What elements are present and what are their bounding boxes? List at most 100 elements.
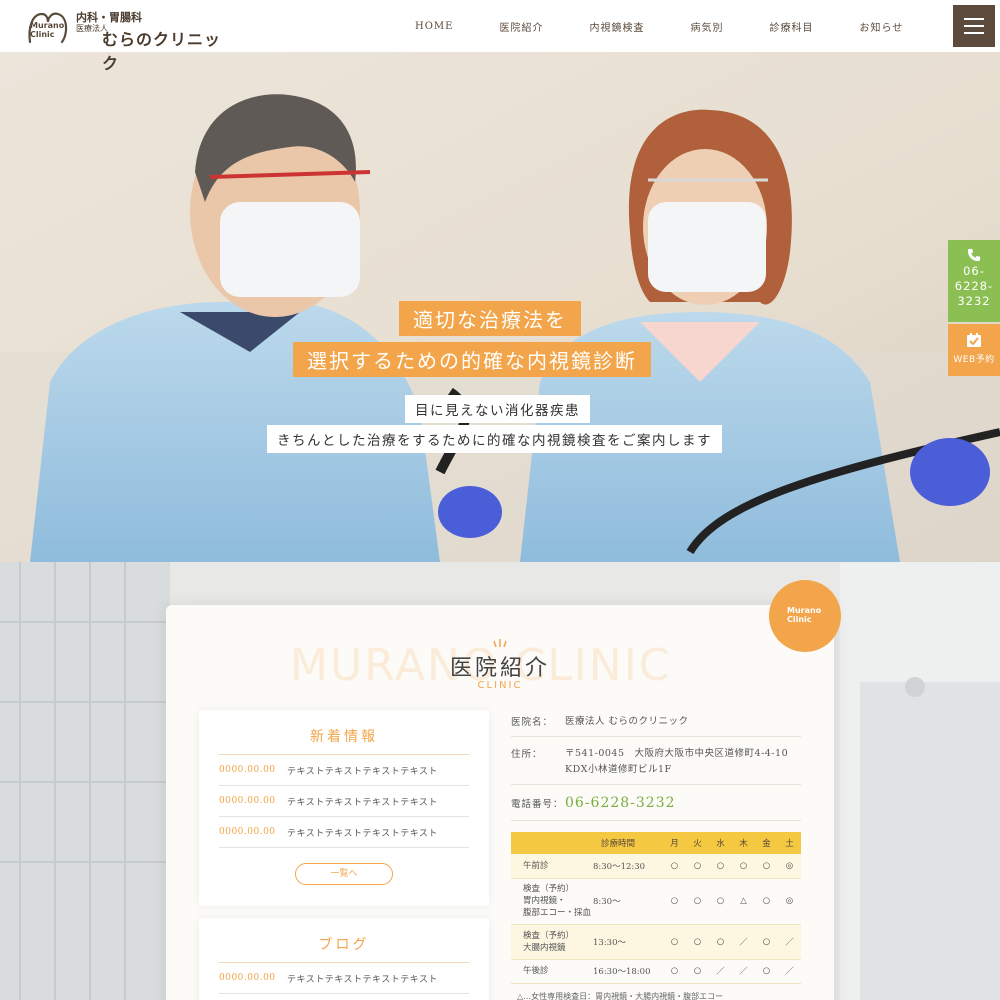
schedule-mark: ○: [755, 878, 778, 925]
schedule-mark: ○: [755, 924, 778, 960]
news-more-button[interactable]: 一覧へ: [295, 863, 393, 885]
side-web-booking-button[interactable]: WEB予約: [948, 324, 1000, 376]
schedule-header-cell: 木: [732, 832, 755, 854]
schedule-row-label-line: 胃内視鏡・: [523, 896, 566, 906]
info-row-name: 医院名： 医療法人 むらのクリニック: [511, 708, 801, 737]
menu-bar: [964, 32, 984, 34]
news-date: 0000.00.00: [219, 765, 276, 775]
schedule-row: 検査（予約） 胃内視鏡・ 腹部エコー・採血 8:30～ ○ ○ ○ △ ○ ◎: [511, 878, 801, 925]
blog-item[interactable]: 0000.00.00 テキストテキストテキストテキスト: [219, 963, 469, 994]
schedule-mark: ／: [778, 959, 801, 984]
news-item[interactable]: 0000.00.00 テキストテキストテキストテキスト: [219, 817, 469, 848]
schedule-mark: ○: [755, 854, 778, 879]
clinic-badge: Murano Clinic: [769, 580, 841, 652]
schedule-mark: ／: [732, 959, 755, 984]
schedule-mark: ／: [709, 959, 732, 984]
info-label: 医院名：: [511, 717, 554, 728]
title-decoration-icon: [493, 639, 507, 647]
schedule-row: 検査（予約） 大腸内視鏡 13:30～ ○ ○ ○ ／ ○ ／: [511, 924, 801, 960]
info-clinic-name: 医療法人 むらのクリニック: [565, 716, 689, 727]
side-web-booking-label: WEB予約: [953, 355, 995, 365]
global-nav: HOME 医院紹介 内視鏡検査 病気別 診療科目 お知らせ: [415, 0, 903, 52]
schedule-row-label-line: 検査（予約）: [523, 930, 575, 941]
side-phone-number: 06-6228-3232: [954, 264, 994, 308]
blog-text: テキストテキストテキストテキスト: [287, 974, 438, 985]
news-date: 0000.00.00: [219, 827, 276, 837]
hero-subline-1: 目に見えない消化器疾患: [405, 395, 590, 423]
info-address-line2: KDX小林道修町ビル1F: [565, 764, 672, 775]
schedule-row: 午後診 16:30～18:00 ○ ○ ／ ／ ○ ／: [511, 959, 801, 984]
schedule-mark: ○: [732, 854, 755, 879]
nav-diseases[interactable]: 病気別: [690, 19, 723, 34]
schedule-row-label: 検査（予約） 胃内視鏡・ 腹部エコー・採血: [511, 878, 592, 925]
schedule-row-label: 午後診: [511, 959, 591, 984]
schedule-mark: ○: [709, 854, 732, 879]
schedule-row-label: 検査（予約） 大腸内視鏡: [511, 924, 591, 960]
menu-bar: [964, 18, 984, 20]
schedule-time: 13:30～: [591, 924, 663, 960]
clinic-info: 医院名： 医療法人 むらのクリニック 住所： 〒541-0045 大阪府大阪市中…: [511, 708, 801, 821]
schedule-header-cell: 水: [709, 832, 732, 854]
news-date: 0000.00.00: [219, 796, 276, 806]
schedule-header-cell: [511, 832, 591, 854]
schedule-header-cell: 土: [778, 832, 801, 854]
schedule-mark: ○: [663, 959, 686, 984]
nav-departments[interactable]: 診療科目: [769, 19, 813, 34]
schedule-note: △…女性専用検査日：胃内視鏡・大腸内視鏡・腹部エコー: [517, 992, 724, 1000]
info-label: 住所：: [511, 749, 543, 760]
schedule-row-label-line: 検査（予約）: [523, 884, 575, 894]
schedule-mark: ○: [686, 924, 709, 960]
news-text: テキストテキストテキストテキスト: [287, 828, 438, 839]
nav-news[interactable]: お知らせ: [859, 19, 903, 34]
section-title: 医院紹介: [449, 656, 550, 681]
schedule-mark: △: [732, 878, 755, 925]
schedule-row-label-line: 大腸内視鏡: [523, 942, 566, 953]
blog-title: ブログ: [219, 934, 469, 963]
schedule-mark: ○: [686, 854, 709, 879]
schedule-mark: ／: [778, 924, 801, 960]
news-box: 新着情報 0000.00.00 テキストテキストテキストテキスト 0000.00…: [199, 710, 489, 906]
schedule-header-cell: 診療時間: [591, 832, 663, 854]
news-title: 新着情報: [219, 726, 469, 755]
site-header: Murano Clinic 内科・胃腸科 医療法人 むらのクリニック HOME …: [0, 0, 1000, 73]
nav-home[interactable]: HOME: [415, 21, 453, 32]
schedule-header-cell: 金: [755, 832, 778, 854]
hamburger-menu-button[interactable]: [953, 5, 995, 47]
blog-date: 0000.00.00: [219, 973, 276, 983]
schedule-time: 8:30～12:30: [591, 854, 663, 879]
schedule-mark: ○: [755, 959, 778, 984]
info-phone-link[interactable]: 06-6228-3232: [565, 795, 676, 811]
logo-mark-text: Murano Clinic: [30, 21, 65, 39]
news-item[interactable]: 0000.00.00 テキストテキストテキストテキスト: [219, 755, 469, 786]
news-text: テキストテキストテキストテキスト: [287, 797, 438, 808]
schedule-mark: ○: [663, 854, 686, 879]
schedule-row-label-line: 腹部エコー・採血: [523, 908, 592, 918]
info-row-tel: 電話番号： 06-6228-3232: [511, 785, 801, 821]
blog-box: ブログ 0000.00.00 テキストテキストテキストテキスト: [199, 918, 489, 1000]
hero-subline-2: きちんとした治療をするために的確な内視鏡検査をご案内します: [267, 425, 722, 453]
schedule-time: 8:30～: [591, 878, 663, 925]
schedule-mark: ○: [686, 878, 709, 925]
schedule-mark: ○: [663, 924, 686, 960]
info-row-address: 住所： 〒541-0045 大阪府大阪市中央区道修町4-4-10 KDX小林道修…: [511, 737, 801, 785]
info-label: 電話番号：: [511, 798, 564, 810]
badge-text: Murano Clinic: [787, 606, 822, 624]
schedule-mark: ○: [663, 878, 686, 925]
hero-headline-1: 適切な治療法を: [399, 301, 581, 336]
schedule-time: 16:30～18:00: [591, 959, 663, 984]
hero-section: 適切な治療法を 選択するための的確な内視鏡診断 目に見えない消化器疾患 きちんと…: [0, 52, 1000, 562]
schedule-table: 診療時間 月 火 水 木 金 土 午前診 8:30～12:30 ○ ○ ○ ○ …: [511, 832, 801, 984]
logo-clinic-name: むらのクリニック: [102, 30, 222, 73]
nav-clinic[interactable]: 医院紹介: [499, 19, 543, 34]
schedule-header-cell: 月: [663, 832, 686, 854]
schedule-row: 午前診 8:30～12:30 ○ ○ ○ ○ ○ ◎: [511, 854, 801, 879]
schedule-mark: ◎: [778, 854, 801, 879]
clinic-logo[interactable]: Murano Clinic 内科・胃腸科 医療法人 むらのクリニック: [26, 6, 226, 73]
nav-endoscopy[interactable]: 内視鏡検査: [589, 19, 644, 34]
side-phone-button[interactable]: 06-6228-3232: [948, 240, 1000, 322]
schedule-mark: ○: [709, 924, 732, 960]
news-item[interactable]: 0000.00.00 テキストテキストテキストテキスト: [219, 786, 469, 817]
calendar-check-icon: [967, 333, 981, 347]
schedule-mark: ◎: [778, 878, 801, 925]
schedule-mark: ○: [709, 878, 732, 925]
